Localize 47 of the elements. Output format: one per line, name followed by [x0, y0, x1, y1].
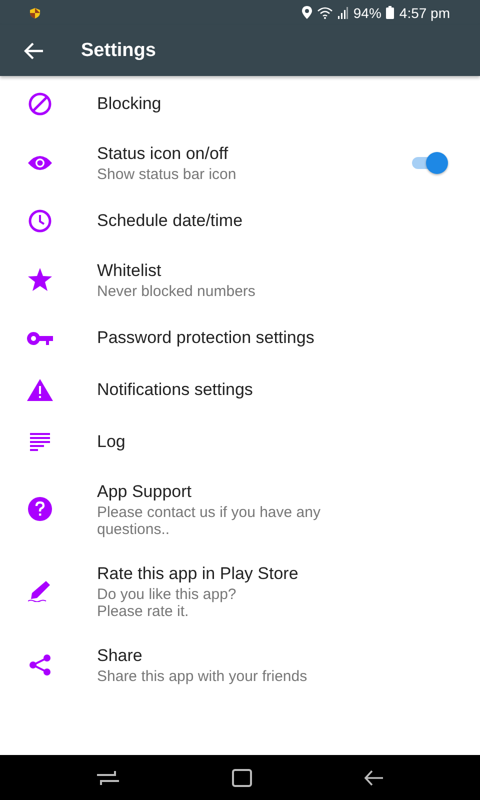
- shield-icon: [29, 6, 41, 18]
- item-title: App Support: [97, 481, 193, 503]
- signal-icon: [338, 6, 348, 18]
- settings-item[interactable]: App Support Please contact us if you have any questions..: [0, 468, 480, 550]
- lines-icon: [30, 433, 50, 451]
- item-subtitle: Show status bar icon: [97, 166, 238, 183]
- item-title: Notifications settings: [97, 379, 254, 401]
- eye-icon: [27, 154, 53, 172]
- help-icon: [28, 497, 52, 521]
- recent-apps-icon[interactable]: [96, 770, 120, 786]
- home-icon[interactable]: [232, 768, 252, 786]
- clock-time: 4:57 pm: [399, 4, 450, 20]
- item-title: Status icon on/off: [97, 143, 230, 165]
- item-title: Log: [97, 431, 126, 453]
- item-title: Schedule date/time: [97, 210, 244, 232]
- settings-item[interactable]: Log: [0, 416, 480, 468]
- settings-item[interactable]: Whitelist Never blocked numbers: [0, 247, 480, 312]
- item-title: Blocking: [97, 93, 162, 115]
- location-icon: [302, 6, 312, 19]
- screen-title: Settings: [81, 40, 156, 62]
- item-title: Rate this app in Play Store: [97, 563, 300, 585]
- settings-item[interactable]: Rate this app in Play Store Do you like this app? Please rate it.: [0, 550, 480, 632]
- warning-icon: [27, 379, 53, 401]
- settings-item[interactable]: Share Share this app with your friends: [0, 632, 480, 697]
- item-subtitle: Share this app with your friends: [97, 668, 308, 685]
- item-title: Share: [97, 645, 144, 667]
- settings-item[interactable]: Blocking: [0, 76, 480, 130]
- settings-item[interactable]: Schedule date/time: [0, 195, 480, 247]
- key-icon: [27, 332, 53, 344]
- settings-item[interactable]: Password protection settings: [0, 312, 480, 364]
- item-subtitle: Do you like this app? Please rate it.: [97, 586, 238, 620]
- item-title: Whitelist: [97, 260, 162, 282]
- back-icon[interactable]: [364, 770, 384, 786]
- settings-item[interactable]: Notifications settings: [0, 364, 480, 416]
- wifi-icon: [317, 6, 334, 18]
- settings-item[interactable]: Status icon on/off Show status bar icon: [0, 130, 480, 195]
- share-icon: [29, 654, 51, 676]
- clock-icon: [28, 209, 52, 233]
- battery-percent: 94%: [353, 4, 382, 20]
- item-title: Password protection settings: [97, 327, 316, 349]
- item-subtitle: Please contact us if you have any questions..: [97, 504, 322, 538]
- block-icon: [28, 92, 52, 116]
- star-icon: [28, 268, 52, 291]
- battery-icon: [386, 6, 394, 19]
- item-subtitle: Never blocked numbers: [97, 283, 256, 300]
- pencil-icon: [28, 580, 52, 602]
- toggle-switch[interactable]: [410, 150, 448, 174]
